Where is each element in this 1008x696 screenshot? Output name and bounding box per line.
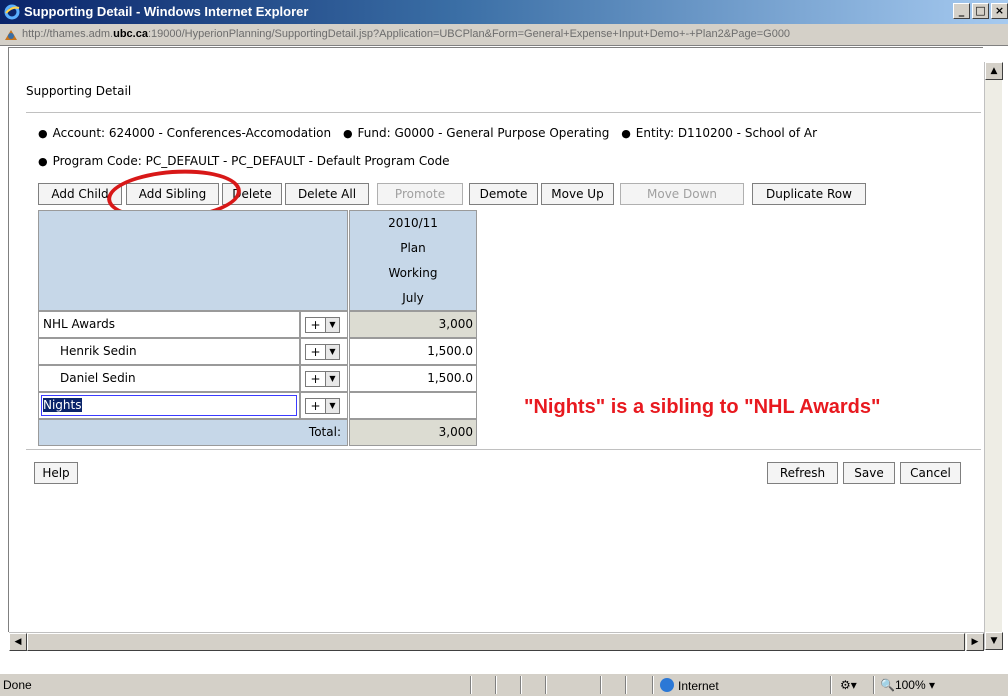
total-label: Total: [300,419,348,446]
scroll-left-icon[interactable]: ◀ [9,633,27,651]
header-period: July [402,291,424,305]
ie-logo-icon [4,4,20,20]
promote-button[interactable]: Promote [377,183,463,205]
total-row: Total: 3,000 [38,419,477,446]
move-up-button[interactable]: Move Up [541,183,614,205]
scroll-right-icon[interactable]: ▶ [966,633,984,651]
page-icon [5,30,17,40]
move-down-button[interactable]: Move Down [620,183,744,205]
url-text[interactable]: http://thames.adm.ubc.ca:19000/HyperionP… [22,28,790,40]
protected-mode-icon[interactable]: ⚙▾ [840,678,857,692]
close-button[interactable]: × [991,3,1008,19]
operator-select[interactable]: + ▼ [305,344,340,360]
divider [26,112,981,113]
row-value[interactable] [349,392,477,419]
row-label[interactable]: NHL Awards [38,311,300,338]
table-row: Nights + ▼ [38,392,477,419]
operator-select[interactable]: + ▼ [305,398,340,414]
row-value[interactable]: 1,500.0 [349,338,477,365]
vertical-scrollbar[interactable]: ▲ ▼ [984,62,1003,650]
pov-fund: Fund: G0000 - General Purpose Operating [357,126,610,140]
grid-header-row-label [38,210,348,311]
table-row: Daniel Sedin + ▼ 1,500.0 [38,365,477,392]
chevron-down-icon: ▼ [325,399,339,413]
maximize-button[interactable]: □ [972,3,989,19]
cancel-button[interactable]: Cancel [900,462,961,484]
row-label[interactable]: Henrik Sedin [38,338,300,365]
pov-line-1: ● Account: 624000 - Conferences-Accomodat… [38,126,825,140]
minimize-button[interactable]: _ [953,3,970,19]
operator-select[interactable]: + ▼ [305,371,340,387]
save-button[interactable]: Save [843,462,895,484]
zoom-level[interactable]: 🔍100% ▾ [880,678,935,692]
bullet-icon: ● [342,127,353,140]
status-bar: Done Internet ⚙▾ 🔍100% ▾ [0,673,1008,696]
scroll-down-icon[interactable]: ▼ [985,632,1003,650]
pov-line-2: ● Program Code: PC_DEFAULT - PC_DEFAULT -… [38,154,458,168]
scroll-thumb[interactable] [27,633,965,651]
duplicate-row-button[interactable]: Duplicate Row [752,183,866,205]
delete-all-button[interactable]: Delete All [285,183,369,205]
pov-entity: Entity: D110200 - School of Ar [635,126,817,140]
status-text: Done [3,678,32,692]
total-value: 3,000 [349,419,477,446]
header-version: Working [388,266,438,280]
divider [26,449,981,450]
pov-program: Program Code: PC_DEFAULT - PC_DEFAULT - … [52,154,450,168]
window-title: Supporting Detail - Windows Internet Exp… [24,4,309,19]
demote-button[interactable]: Demote [469,183,538,205]
row-label-input[interactable]: Nights [41,395,297,416]
table-row: Henrik Sedin + ▼ 1,500.0 [38,338,477,365]
horizontal-scrollbar[interactable]: ◀ ▶ [9,632,984,651]
security-zone[interactable]: Internet [660,678,719,693]
bullet-icon: ● [621,127,631,140]
row-label[interactable]: Daniel Sedin [38,365,300,392]
window-title-bar: Supporting Detail - Windows Internet Exp… [0,0,1008,24]
chevron-down-icon: ▼ [325,318,339,332]
grid-column-header: 2010/11 Plan Working July [349,210,477,311]
chevron-down-icon: ▼ [325,372,339,386]
chevron-down-icon: ▼ [325,345,339,359]
row-value[interactable]: 1,500.0 [349,365,477,392]
table-row: NHL Awards + ▼ 3,000 [38,311,477,338]
refresh-button[interactable]: Refresh [767,462,838,484]
page-title: Supporting Detail [26,84,132,98]
row-value: 3,000 [349,311,477,338]
pov-account: Account: 624000 - Conferences-Accomodati… [52,126,332,140]
bullet-icon: ● [38,127,48,140]
annotation-text: "Nights" is a sibling to "NHL Awards" [524,396,881,418]
globe-icon [660,678,674,692]
address-bar[interactable]: http://thames.adm.ubc.ca:19000/HyperionP… [0,24,1008,46]
bullet-icon: ● [38,155,48,168]
header-year: 2010/11 [388,216,438,230]
operator-select[interactable]: + ▼ [305,317,340,333]
scroll-up-icon[interactable]: ▲ [985,62,1003,80]
header-scenario: Plan [400,241,426,255]
help-button[interactable]: Help [34,462,78,484]
